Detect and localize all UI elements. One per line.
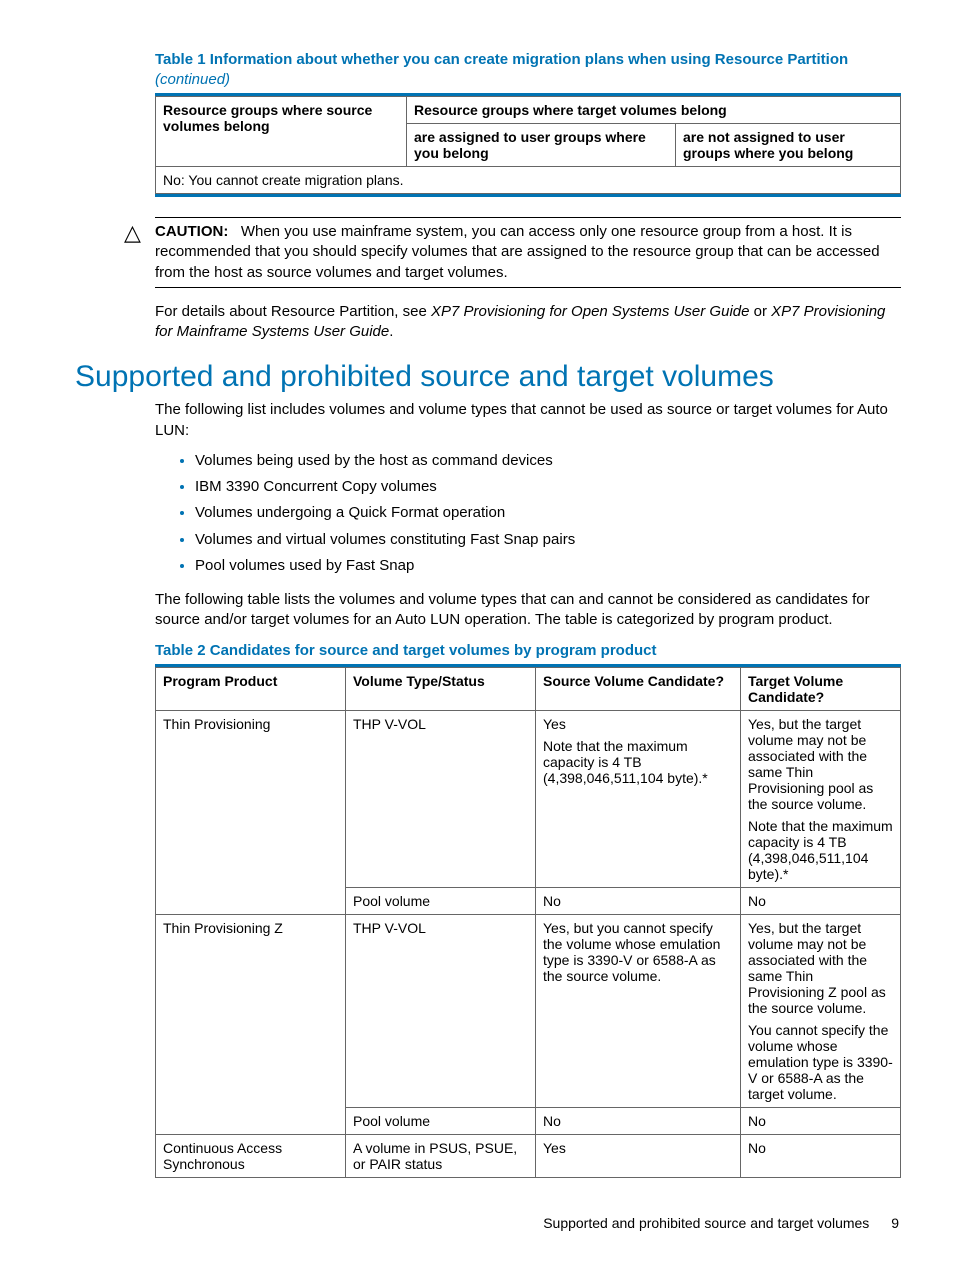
t2-cell: THP V-VOL: [346, 711, 536, 888]
t2-cell: No: [741, 1108, 901, 1135]
table-row: Program Product Volume Type/Status Sourc…: [156, 668, 901, 711]
table1-h-assigned: are assigned to user groups where you be…: [407, 124, 676, 167]
table1-title: Table 1 Information about whether you ca…: [155, 50, 899, 89]
table1-note: No: You cannot create migration plans.: [156, 167, 901, 194]
table-row: No: You cannot create migration plans.: [156, 167, 901, 194]
caution-icon: △: [110, 222, 155, 244]
t2-cell: No: [741, 1135, 901, 1178]
table1-h-target: Resource groups where target volumes bel…: [407, 97, 901, 124]
list-item: Volumes undergoing a Quick Format operat…: [195, 503, 895, 523]
table1-title-text: Table 1 Information about whether you ca…: [155, 51, 848, 68]
t2-h4: Target Volume Candidate?: [741, 668, 901, 711]
footer-text: Supported and prohibited source and targ…: [543, 1215, 869, 1231]
intro-para: The following list includes volumes and …: [155, 400, 901, 441]
bullet-list: Volumes being used by the host as comman…: [175, 451, 895, 576]
t2-h3: Source Volume Candidate?: [536, 668, 741, 711]
t2-cell: Pool volume: [346, 888, 536, 915]
table1-h-source: Resource groups where source volumes bel…: [156, 97, 407, 167]
t2-cell: No: [536, 888, 741, 915]
table1-bottombar: [155, 194, 901, 197]
t2-h2: Volume Type/Status: [346, 668, 536, 711]
t2-cell: Pool volume: [346, 1108, 536, 1135]
table2: Program Product Volume Type/Status Sourc…: [155, 667, 901, 1178]
table-row: Continuous Access Synchronous A volume i…: [156, 1135, 901, 1178]
list-item: Volumes and virtual volumes constituting…: [195, 530, 895, 550]
t2-cell: Yes: [536, 1135, 741, 1178]
t2-cell: Yes Note that the maximum capacity is 4 …: [536, 711, 741, 888]
t2-cell: A volume in PSUS, PSUE, or PAIR status: [346, 1135, 536, 1178]
t2-cell: Thin Provisioning: [156, 711, 346, 915]
section-heading: Supported and prohibited source and targ…: [75, 360, 899, 394]
caution-label: CAUTION:: [155, 223, 228, 240]
list-item: IBM 3390 Concurrent Copy volumes: [195, 477, 895, 497]
t2-cell: Yes, but the target volume may not be as…: [741, 711, 901, 888]
t2-cell: THP V-VOL: [346, 915, 536, 1108]
table1: Resource groups where source volumes bel…: [155, 96, 901, 194]
table-row: Thin Provisioning Z THP V-VOL Yes, but y…: [156, 915, 901, 1108]
page-number: 9: [891, 1215, 899, 1231]
t2-cell: No: [741, 888, 901, 915]
table1-h-notassigned: are not assigned to user groups where yo…: [676, 124, 901, 167]
list-item: Volumes being used by the host as comman…: [195, 451, 895, 471]
details-para: For details about Resource Partition, se…: [155, 302, 901, 343]
caution-bottom-rule: [155, 287, 901, 288]
table-row: Resource groups where source volumes bel…: [156, 97, 901, 124]
list-item: Pool volumes used by Fast Snap: [195, 556, 895, 576]
caution-text: CAUTION: When you use mainframe system, …: [155, 222, 901, 283]
table1-continued: (continued): [155, 71, 230, 88]
t2-cell: No: [536, 1108, 741, 1135]
table-row: Thin Provisioning THP V-VOL Yes Note tha…: [156, 711, 901, 888]
page-footer: Supported and prohibited source and targ…: [543, 1215, 899, 1231]
caution-block: △ CAUTION: When you use mainframe system…: [155, 217, 901, 288]
para-after-list: The following table lists the volumes an…: [155, 590, 901, 631]
t2-cell: Yes, but the target volume may not be as…: [741, 915, 901, 1108]
t2-cell: Continuous Access Synchronous: [156, 1135, 346, 1178]
t2-cell: Thin Provisioning Z: [156, 915, 346, 1135]
caution-body: When you use mainframe system, you can a…: [155, 223, 880, 281]
table2-title: Table 2 Candidates for source and target…: [155, 641, 899, 661]
t2-cell: Yes, but you cannot specify the volume w…: [536, 915, 741, 1108]
t2-h1: Program Product: [156, 668, 346, 711]
